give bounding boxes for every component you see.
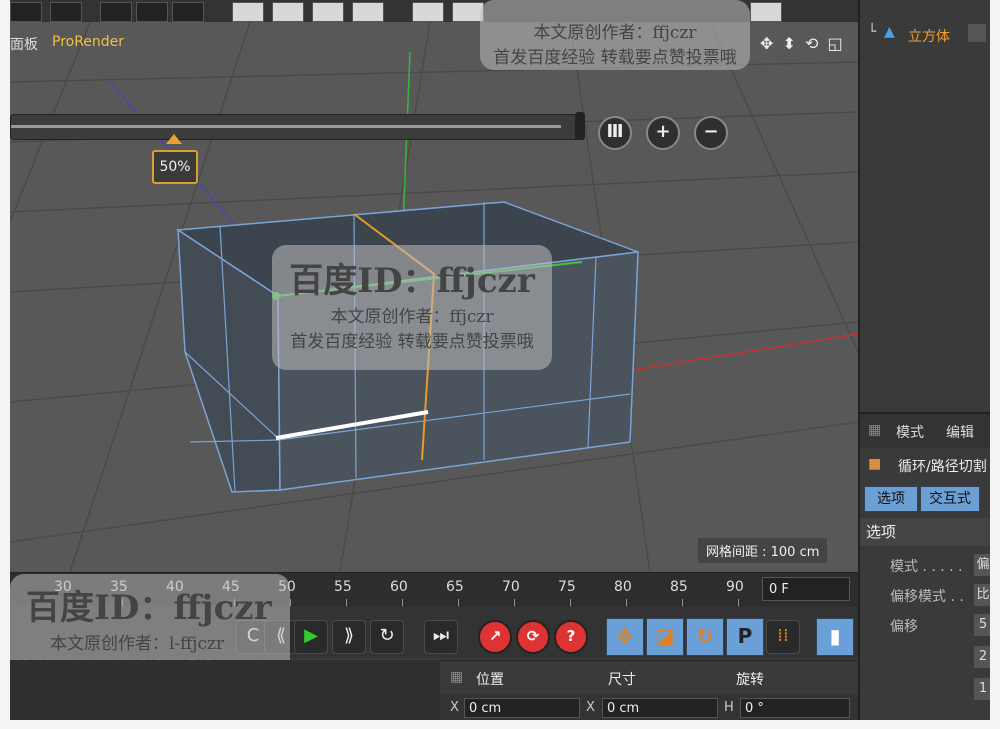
x-axis-line bbox=[619, 333, 858, 373]
tick-label: 90 bbox=[726, 579, 744, 595]
slider-add-button[interactable]: + bbox=[646, 116, 680, 150]
watermark-top-line2: 首发百度经验 转载要点赞投票哦 bbox=[493, 48, 737, 68]
watermark-top-line1: 本文原创作者：ffjczr bbox=[533, 23, 697, 43]
material-manager bbox=[10, 660, 440, 720]
slider-remove-button[interactable]: − bbox=[694, 116, 728, 150]
tick-label: 55 bbox=[334, 579, 352, 595]
h-label: H bbox=[724, 700, 734, 715]
c4d-window: 面板 ProRender ✥ ⬍ ⟲ ◱ Ⅲ + − 50% 网格间距 : 10… bbox=[10, 0, 990, 720]
tool-tabs: 选项 交互式 bbox=[860, 484, 990, 512]
slider-handle-icon[interactable] bbox=[166, 134, 182, 144]
tick-label: 60 bbox=[390, 579, 408, 595]
tab-edit[interactable]: 编辑 bbox=[946, 422, 974, 442]
tool-title: ■ 循环/路径切割 bbox=[860, 450, 990, 480]
prop-value[interactable]: 5 bbox=[974, 614, 990, 636]
tick-label: 70 bbox=[502, 579, 520, 595]
tab-interactive[interactable]: 交互式 bbox=[920, 486, 980, 512]
light-button[interactable] bbox=[750, 2, 782, 22]
prop-value[interactable]: 1 bbox=[974, 678, 990, 700]
prop-row: 1 bbox=[860, 678, 990, 702]
panel-menu[interactable]: 面板 bbox=[10, 34, 38, 54]
tool-icon: ■ bbox=[868, 456, 882, 472]
prop-value[interactable]: 偏 bbox=[974, 554, 990, 576]
position-x-field[interactable]: 0 cm bbox=[464, 698, 580, 718]
watermark-center-line2: 首发百度经验 转载要点赞投票哦 bbox=[290, 332, 534, 352]
coord-header-size: 尺寸 bbox=[608, 672, 636, 688]
deformer-button[interactable] bbox=[412, 2, 444, 22]
slider-end-cap bbox=[575, 112, 585, 140]
coord-header-position: 位置 bbox=[476, 672, 504, 688]
prop-label: 偏移模式 . . bbox=[890, 589, 964, 605]
tick-label: 65 bbox=[446, 579, 464, 595]
grid-spacing-label: 网格间距 : 100 cm bbox=[698, 538, 828, 563]
watermark-top: 本文原创作者：ffjczr 首发百度经验 转载要点赞投票哦 bbox=[480, 0, 750, 70]
prop-offset-mode: 偏移模式 . . 比 bbox=[860, 584, 990, 608]
tick-label: 75 bbox=[558, 579, 576, 595]
current-frame-field[interactable]: 0 F bbox=[762, 577, 850, 601]
prop-row: 2 bbox=[860, 646, 990, 670]
render-view-button[interactable] bbox=[100, 2, 132, 22]
render-settings-button[interactable] bbox=[172, 2, 204, 22]
next-key-button[interactable]: ⟫ bbox=[332, 620, 366, 654]
record-position-button[interactable]: ↗ bbox=[478, 620, 512, 654]
loop-button[interactable]: ↻ bbox=[370, 620, 404, 654]
watermark-bottom-line1: 本文原创作者：l-ffjczr bbox=[50, 634, 225, 654]
prop-value[interactable]: 比 bbox=[974, 584, 990, 606]
coordinates-row-x: X 0 cm X 0 cm H 0 ° bbox=[440, 694, 858, 720]
options-section: 选项 bbox=[860, 518, 990, 546]
prop-value[interactable]: 2 bbox=[974, 646, 990, 668]
subdivision-button[interactable] bbox=[312, 2, 344, 22]
x-label: X bbox=[586, 700, 595, 715]
grip-icon: ▦ bbox=[868, 422, 882, 438]
pen-tool-button[interactable] bbox=[272, 2, 304, 22]
watermark-center: 百度ID：ffjczr 本文原创作者：ffjczr 首发百度经验 转载要点赞投票… bbox=[272, 245, 552, 370]
toolbar-redo-button[interactable] bbox=[50, 2, 82, 22]
watermark-bottom-id: 百度ID：ffjczr bbox=[26, 588, 272, 628]
play-button[interactable]: ▶ bbox=[294, 620, 328, 654]
grip-icon: ▦ bbox=[450, 669, 464, 685]
tab-options[interactable]: 选项 bbox=[864, 486, 918, 512]
toolbar-undo-button[interactable] bbox=[10, 2, 42, 22]
prop-label: 偏移 bbox=[890, 619, 918, 635]
render-active-button[interactable] bbox=[136, 2, 168, 22]
size-x-field[interactable]: 0 cm bbox=[602, 698, 718, 718]
coordinates-header: ▦ 位置 尺寸 旋转 bbox=[440, 660, 858, 693]
record-rotation-button[interactable]: ⟳ bbox=[516, 620, 550, 654]
attributes-tabs: ▦ 模式 编辑 bbox=[860, 412, 990, 448]
prorender-menu[interactable]: ProRender bbox=[52, 34, 124, 50]
x-label: X bbox=[450, 700, 459, 715]
param-keys-button[interactable]: P bbox=[726, 618, 764, 656]
tick-label: 85 bbox=[670, 579, 688, 595]
prop-offset: 偏移 5 bbox=[860, 614, 990, 638]
prop-label: 模式 . . . . . bbox=[890, 559, 963, 575]
watermark-center-id: 百度ID：ffjczr bbox=[289, 261, 535, 301]
object-name: 立方体 bbox=[908, 29, 950, 45]
move-keys-button[interactable]: ✥ bbox=[606, 618, 644, 656]
cube-tool-button[interactable] bbox=[232, 2, 264, 22]
prop-mode: 模式 . . . . . 偏 bbox=[860, 554, 990, 578]
visibility-toggle[interactable] bbox=[968, 24, 986, 42]
object-list-item[interactable]: └ ▲ 立方体 bbox=[860, 22, 990, 48]
help-button[interactable]: ? bbox=[554, 620, 588, 654]
scale-keys-button[interactable]: ◪ bbox=[646, 618, 684, 656]
rotate-keys-button[interactable]: ↻ bbox=[686, 618, 724, 656]
point-level-button[interactable]: ⁞⁞ bbox=[766, 620, 800, 654]
slider-pause-button[interactable]: Ⅲ bbox=[598, 116, 632, 150]
rotation-h-field[interactable]: 0 ° bbox=[740, 698, 850, 718]
coord-header-rotation: 旋转 bbox=[736, 672, 764, 688]
tool-name: 循环/路径切割 bbox=[898, 459, 987, 475]
tab-mode[interactable]: 模式 bbox=[896, 422, 924, 442]
goto-end-button[interactable]: ⏭ bbox=[424, 620, 458, 654]
cloner-button[interactable] bbox=[352, 2, 384, 22]
slider-track-line bbox=[11, 125, 561, 128]
hierarchy-line-icon: └ bbox=[868, 24, 877, 40]
loop-cut-slider[interactable] bbox=[10, 114, 582, 140]
slider-percent-label: 50% bbox=[152, 150, 198, 184]
tick-label: 80 bbox=[614, 579, 632, 595]
right-panel: └ ▲ 立方体 ▦ 模式 编辑 ■ 循环/路径切割 选项 交互式 选项 模式 .… bbox=[858, 0, 990, 720]
film-strip-button[interactable]: ▮ bbox=[816, 618, 854, 656]
view-navigation-icons[interactable]: ✥ ⬍ ⟲ ◱ bbox=[760, 34, 845, 53]
cube-object-icon: ▲ bbox=[884, 24, 895, 40]
watermark-center-line1: 本文原创作者：ffjczr bbox=[330, 307, 494, 327]
